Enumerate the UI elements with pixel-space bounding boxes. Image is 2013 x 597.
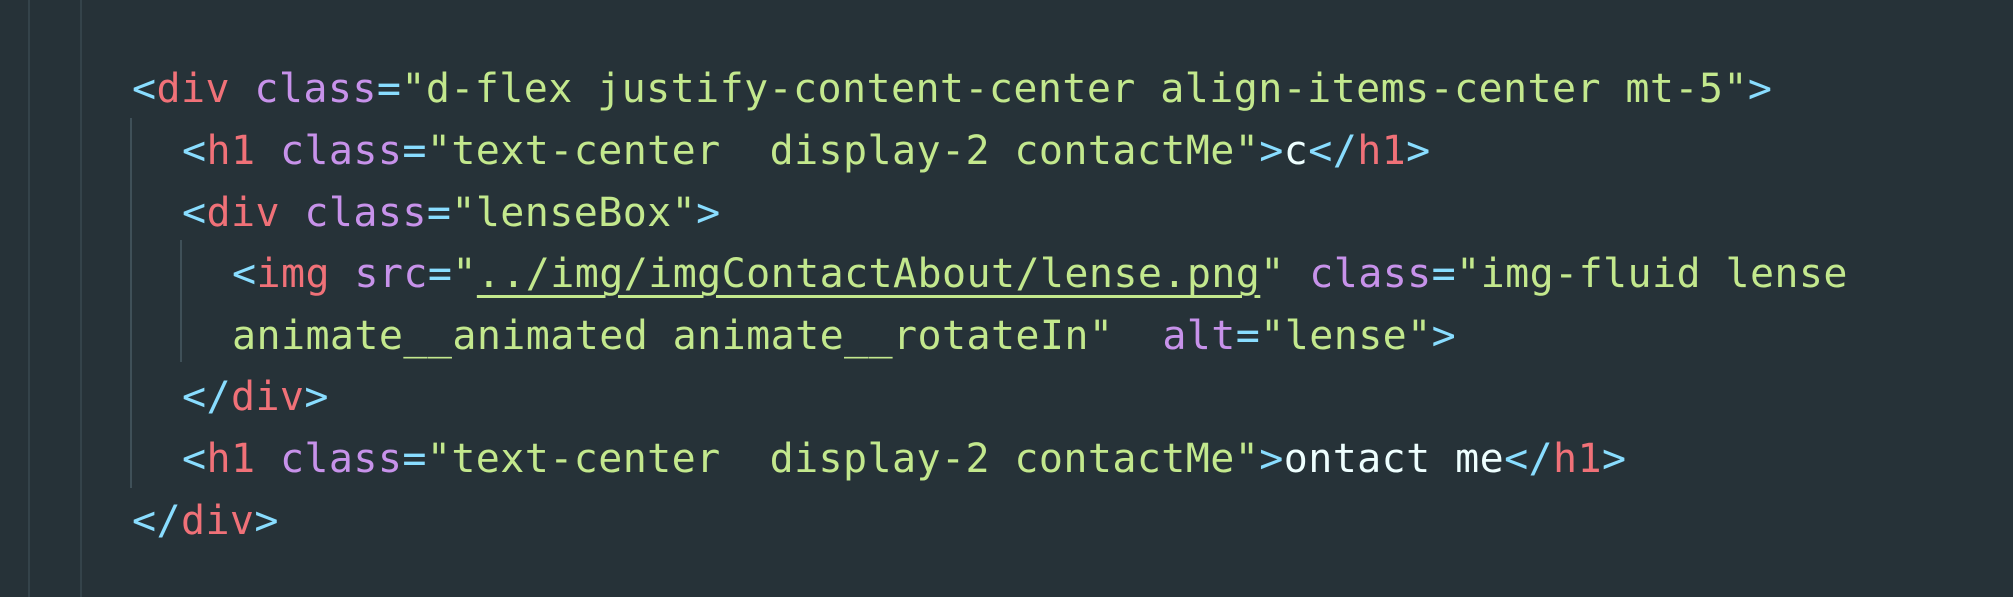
token-quote: " [1234, 128, 1260, 174]
token-eq: = [427, 251, 453, 297]
token-eq: = [1431, 251, 1457, 297]
token-quote: " [451, 190, 476, 236]
token-end-tag: h1 [1357, 128, 1407, 174]
indent-guide-2 [180, 240, 182, 362]
token-attr-class: class [1309, 251, 1432, 297]
code-line-2[interactable]: <h1 class="text-center display-2 contact… [182, 120, 1431, 182]
token-quote: " [452, 251, 477, 297]
token-end-tag: h1 [1553, 436, 1603, 482]
token-eq: = [426, 190, 452, 236]
token-tag: div [206, 190, 280, 236]
token-attr: class [304, 190, 427, 236]
gutter-divider [28, 0, 30, 597]
token-attr-src: src [354, 251, 428, 297]
token-tag: div [230, 374, 305, 420]
code-line-7[interactable]: <h1 class="text-center display-2 contact… [182, 428, 1627, 490]
token-eq: = [1235, 313, 1261, 359]
token-tag: img [256, 251, 330, 297]
indent-guide-1 [130, 118, 132, 488]
token-close: > [1259, 128, 1284, 174]
token-quote: " [1234, 436, 1260, 482]
token-close: > [304, 374, 329, 420]
token-quote: " [1723, 66, 1748, 112]
token-close: > [696, 190, 721, 236]
token-eq: = [402, 128, 427, 174]
token-open: < [232, 251, 257, 297]
token-quote: " [426, 128, 452, 174]
code-line-3[interactable]: <div class="lenseBox"> [182, 182, 721, 244]
token-open: < [132, 66, 157, 112]
token-close: > [1747, 66, 1773, 112]
code-line-1[interactable]: <div class="d-flex justify-content-cente… [132, 58, 1772, 120]
token-open: < [182, 436, 207, 482]
token-end-open: </ [1504, 436, 1554, 482]
token-end-close: > [1406, 128, 1431, 174]
token-close: > [1431, 313, 1457, 359]
token-open: </ [132, 498, 181, 544]
token-quote: " [401, 66, 426, 112]
token-open: < [182, 190, 207, 236]
token-attr-alt: alt [1162, 313, 1236, 359]
token-string: animate__animated animate__rotateIn [232, 313, 1089, 359]
token-string: img-fluid lense [1480, 251, 1848, 297]
token-string: lenseBox [475, 190, 672, 236]
token-quote: " [1456, 251, 1481, 297]
token-quote: " [1260, 313, 1285, 359]
token-close: > [1259, 436, 1284, 482]
src-link[interactable]: ../img/imgContactAbout/lense.png [477, 251, 1260, 297]
code-editor[interactable]: <div class="d-flex justify-content-cente… [0, 0, 2013, 597]
code-line-8[interactable]: </div> [132, 490, 279, 552]
token-text: c [1283, 128, 1309, 174]
token-attr: class [279, 128, 403, 174]
gutter-divider-2 [80, 0, 82, 597]
code-line-5[interactable]: animate__animated animate__rotateIn" alt… [232, 305, 1456, 367]
token-open: < [182, 128, 207, 174]
token-close: > [254, 498, 279, 544]
token-end-close: > [1602, 436, 1627, 482]
token-eq: = [402, 436, 427, 482]
token-attr: class [279, 436, 403, 482]
token-quote: " [1088, 313, 1114, 359]
token-eq: = [376, 66, 402, 112]
token-tag: h1 [206, 436, 256, 482]
token-tag: h1 [206, 128, 256, 174]
code-line-4[interactable]: <img src="../img/imgContactAbout/lense.p… [232, 243, 1848, 305]
token-string: d-flex justify-content-center align-item… [425, 66, 1724, 112]
token-text: ontact me [1283, 436, 1505, 482]
token-quote: " [1260, 251, 1285, 297]
token-string: text-center display-2 contactMe [451, 128, 1235, 174]
token-attr: class [254, 66, 377, 112]
code-line-6[interactable]: </div> [182, 366, 329, 428]
token-quote: " [426, 436, 452, 482]
token-quote: " [671, 190, 697, 236]
token-tag: div [156, 66, 230, 112]
token-string: text-center display-2 contactMe [451, 436, 1235, 482]
token-quote: " [1407, 313, 1432, 359]
token-tag: div [180, 498, 255, 544]
token-open: </ [182, 374, 231, 420]
token-end-open: </ [1308, 128, 1358, 174]
token-string: lense [1284, 313, 1408, 359]
